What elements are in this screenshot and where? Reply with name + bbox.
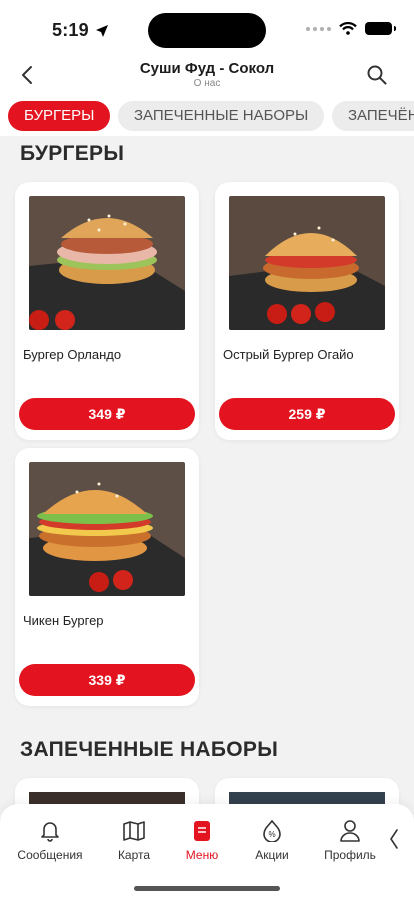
location-arrow-icon: [95, 24, 108, 37]
nav-collapse-button[interactable]: [384, 826, 404, 852]
product-name: Острый Бургер Огайо: [223, 347, 354, 362]
product-card[interactable]: Бургер Орландо 349 ₽: [15, 182, 199, 440]
tab-burgers[interactable]: БУРГЕРЫ: [8, 101, 111, 131]
product-image-orlando: [29, 196, 185, 330]
page-title: Суши Фуд - Сокол: [139, 60, 275, 77]
nav-label: Сообщения: [17, 848, 83, 862]
status-bar: 5:19: [0, 0, 414, 58]
status-icons: [306, 22, 396, 35]
price-button[interactable]: 339 ₽: [19, 664, 195, 696]
product-name: Бургер Орландо: [23, 347, 122, 362]
status-time: 5:19: [52, 20, 109, 41]
search-icon: [367, 65, 387, 85]
search-button[interactable]: [364, 62, 390, 88]
nav-label: Акции: [255, 848, 289, 862]
product-card[interactable]: Чикен Бургер 339 ₽: [15, 448, 199, 706]
section-title-burgers: БУРГЕРЫ: [20, 142, 125, 165]
nav-label: Профиль: [324, 848, 376, 862]
svg-text:%: %: [268, 830, 275, 839]
category-tabs: БУРГЕРЫ ЗАПЕЧЕННЫЕ НАБОРЫ ЗАПЕЧЁН: [0, 96, 414, 136]
nav-label: Меню: [185, 848, 219, 862]
tab-baked[interactable]: ЗАПЕЧЁН: [332, 101, 414, 131]
cellular-signal-icon: [306, 26, 331, 31]
battery-icon: [365, 22, 396, 35]
home-indicator: [134, 886, 280, 891]
about-link[interactable]: О нас: [0, 78, 414, 89]
nav-promotions[interactable]: % Акции: [235, 818, 309, 862]
map-icon: [123, 821, 145, 841]
menu-icon: [194, 821, 210, 841]
profile-icon: [340, 820, 360, 842]
nav-profile[interactable]: Профиль: [313, 818, 387, 862]
section-title-baked-sets: ЗАПЕЧЕННЫЕ НАБОРЫ: [20, 738, 279, 761]
bell-icon: [41, 822, 59, 842]
discount-icon: %: [263, 820, 281, 842]
product-name: Чикен Бургер: [23, 613, 104, 628]
nav-messages[interactable]: Сообщения: [13, 818, 87, 862]
nav-menu[interactable]: Меню: [165, 818, 239, 862]
chevron-left-icon: [390, 829, 398, 849]
nav-label: Карта: [117, 848, 151, 862]
product-image-ohio: [229, 196, 385, 330]
wifi-icon: [339, 22, 357, 35]
status-time-text: 5:19: [52, 20, 89, 40]
nav-map[interactable]: Карта: [97, 818, 171, 862]
dynamic-island: [148, 13, 266, 48]
header: Суши Фуд - Сокол О нас: [0, 58, 414, 96]
product-card[interactable]: Острый Бургер Огайо 259 ₽: [215, 182, 399, 440]
price-button[interactable]: 349 ₽: [19, 398, 195, 430]
product-image-chicken: [29, 462, 185, 596]
tab-baked-sets[interactable]: ЗАПЕЧЕННЫЕ НАБОРЫ: [118, 101, 325, 131]
price-button[interactable]: 259 ₽: [219, 398, 395, 430]
